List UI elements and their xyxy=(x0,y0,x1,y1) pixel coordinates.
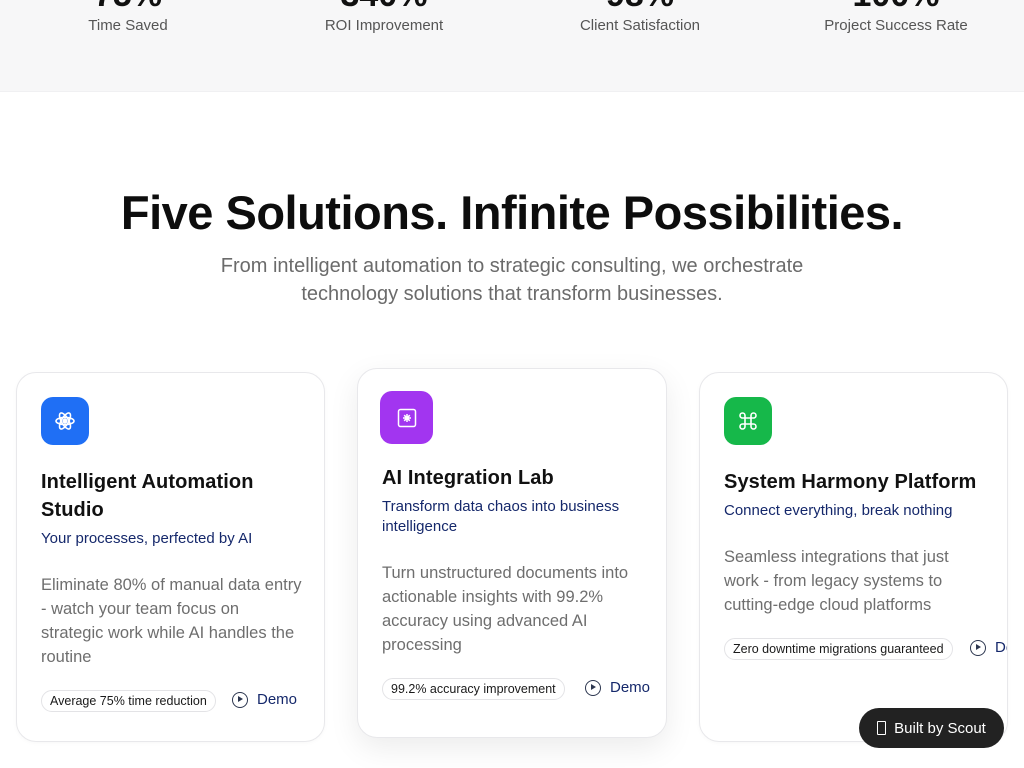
demo-label: Demo xyxy=(995,639,1007,656)
stat-time-saved: 75% Time Saved xyxy=(18,0,238,35)
play-circle-icon xyxy=(585,679,601,696)
built-by-scout-button[interactable]: Built by Scout xyxy=(859,708,1004,748)
solution-card-automation-studio: Intelligent Automation Studio Your proce… xyxy=(16,372,325,742)
card-tagline: Your processes, perfected by AI xyxy=(41,530,253,547)
solution-card-ai-integration-lab: AI Integration Lab Transform data chaos … xyxy=(357,368,667,738)
stat-label: Project Success Rate xyxy=(824,17,968,34)
play-circle-icon xyxy=(970,639,986,656)
atom-icon xyxy=(41,397,89,445)
section-subtitle: From intelligent automation to strategic… xyxy=(220,255,804,305)
demo-link[interactable]: Demo xyxy=(970,639,1007,656)
card-description: Eliminate 80% of manual data entry - wat… xyxy=(41,576,302,666)
card-title: System Harmony Platform xyxy=(724,471,977,493)
stats-band: 75% Time Saved 340% ROI Improvement 98% … xyxy=(0,0,1024,92)
card-description: Turn unstructured documents into actiona… xyxy=(382,564,629,654)
metric-badge: 99.2% accuracy improvement xyxy=(382,678,565,700)
demo-label: Demo xyxy=(610,679,651,696)
stat-client-satisfaction: 98% Client Satisfaction xyxy=(530,0,750,35)
metric-badge: Average 75% time reduction xyxy=(41,690,216,712)
built-by-scout-label: Built by Scout xyxy=(894,719,986,737)
play-circle-icon xyxy=(232,691,248,708)
card-tagline: Transform data chaos into business intel… xyxy=(382,498,620,535)
stat-label: Time Saved xyxy=(88,17,168,34)
demo-label: Demo xyxy=(257,691,298,708)
section-title: Five Solutions. Infinite Possibilities. xyxy=(120,186,904,239)
command-icon xyxy=(724,397,772,445)
demo-link[interactable]: Demo xyxy=(585,679,650,696)
stat-value: 340% xyxy=(274,0,494,12)
stat-roi-improvement: 340% ROI Improvement xyxy=(274,0,494,35)
metric-badge: Zero downtime migrations guaranteed xyxy=(724,638,953,660)
stat-label: Client Satisfaction xyxy=(579,17,701,34)
stat-value: 100% xyxy=(786,0,1006,12)
demo-link[interactable]: Demo xyxy=(232,691,297,708)
card-title: AI Integration Lab xyxy=(382,467,554,489)
card-description: Seamless integrations that just work - f… xyxy=(724,548,949,614)
stat-value: 98% xyxy=(530,0,750,12)
scout-icon xyxy=(877,721,887,735)
stat-project-success-rate: 100% Project Success Rate xyxy=(786,0,1006,35)
solution-card-system-harmony: System Harmony Platform Connect everythi… xyxy=(699,372,1008,742)
stat-value: 75% xyxy=(18,0,238,12)
stat-label: ROI Improvement xyxy=(324,17,444,34)
card-tagline: Connect everything, break nothing xyxy=(724,502,953,519)
sparkle-icon xyxy=(380,391,433,444)
card-title: Intelligent Automation Studio xyxy=(41,471,254,521)
